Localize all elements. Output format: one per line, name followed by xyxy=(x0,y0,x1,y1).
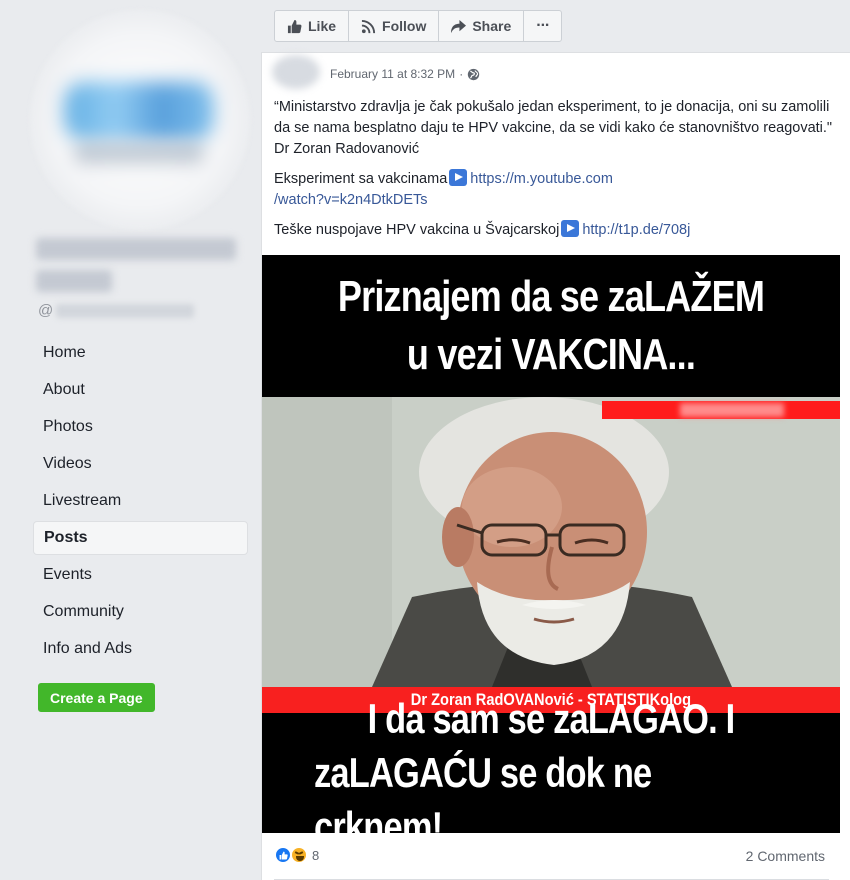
globe-icon[interactable] xyxy=(467,68,480,81)
post-image[interactable]: Priznajem da se zaLAŽEM u vezi VAKCINA..… xyxy=(262,255,840,833)
post-meta: February 11 at 8:32 PM · xyxy=(330,67,480,81)
share-arrow-icon xyxy=(451,19,467,33)
link1-url-part1[interactable]: https://m.youtube.com xyxy=(470,171,613,187)
sidebar-item-posts[interactable]: Posts xyxy=(33,521,248,555)
sidebar-item-about[interactable]: About xyxy=(33,373,248,407)
meme-photo xyxy=(262,397,840,687)
meme-bottom-caption: I da sam se zaLAGAO. I zaLAGAĆU se dok n… xyxy=(314,695,788,833)
follow-rss-icon xyxy=(361,19,376,33)
sidebar-item-home[interactable]: Home xyxy=(33,336,248,370)
page-name-redacted[interactable] xyxy=(36,238,236,260)
share-page-button[interactable]: Share xyxy=(439,11,525,41)
meme-top-caption: Priznajem da se zaLAŽEM u vezi VAKCINA..… xyxy=(314,255,788,397)
reaction-count: 8 xyxy=(312,847,320,863)
link2-prefix: Teške nuspojave HPV vakcina u Švajcarsko… xyxy=(274,222,560,238)
link1-prefix: Eksperiment sa vakcinama xyxy=(274,171,448,187)
blurred-logo xyxy=(64,82,214,140)
haha-reaction-icon xyxy=(290,846,308,864)
post-timestamp[interactable]: February 11 at 8:32 PM xyxy=(330,67,455,81)
meme-top-line-1: Priznajem da se zaLAŽEM xyxy=(337,272,765,321)
more-options-icon: ··· xyxy=(536,17,550,34)
like-thumb-icon xyxy=(287,19,302,33)
sidebar-item-events[interactable]: Events xyxy=(33,558,248,592)
like-label: Like xyxy=(308,18,337,34)
post-link-line-2: Teške nuspojave HPV vakcina u Švajcarsko… xyxy=(274,220,834,241)
page-sidebar: @ Home About Photos Videos Livestream Po… xyxy=(0,0,260,880)
person-portrait xyxy=(262,397,840,687)
create-page-button[interactable]: Create a Page xyxy=(38,683,155,712)
page-nav: Home About Photos Videos Livestream Post… xyxy=(33,336,248,669)
sidebar-item-livestream[interactable]: Livestream xyxy=(33,484,248,518)
blurred-logo-text xyxy=(74,142,204,164)
feed-post: February 11 at 8:32 PM · “Ministarstvo z… xyxy=(261,52,850,880)
comments-count-link[interactable]: 2 Comments xyxy=(746,848,825,864)
sidebar-item-info-and-ads[interactable]: Info and Ads xyxy=(33,632,248,666)
redacted-tv-banner xyxy=(602,401,840,419)
link2-url[interactable]: http://t1p.de/708j xyxy=(582,222,690,238)
profile-picture[interactable] xyxy=(30,10,250,230)
meme-bottom-line-2: zaLAGAĆU se dok ne crknem! xyxy=(314,749,652,833)
share-label: Share xyxy=(472,18,512,34)
youtube-play-icon xyxy=(449,169,468,186)
author-avatar[interactable] xyxy=(272,55,320,89)
more-options-button[interactable]: ··· xyxy=(524,11,561,41)
page-name-redacted-line2[interactable] xyxy=(36,270,112,292)
sidebar-item-photos[interactable]: Photos xyxy=(33,410,248,444)
post-link-line-1: Eksperiment sa vakcinama https://m.youtub… xyxy=(274,169,834,211)
reaction-summary[interactable]: 8 xyxy=(274,846,319,864)
meme-top-line-2: u vezi VAKCINA... xyxy=(406,330,696,379)
redacted-tv-logo xyxy=(680,403,784,417)
sidebar-item-community[interactable]: Community xyxy=(33,595,248,629)
follow-page-button[interactable]: Follow xyxy=(349,11,440,41)
page-action-bar: Like Follow Share ··· xyxy=(274,10,563,42)
like-page-button[interactable]: Like xyxy=(275,11,350,41)
follow-label: Follow xyxy=(382,18,427,34)
meme-bottom-line-1: I da sam se zaLAGAO. I xyxy=(367,695,736,742)
youtube-play-icon xyxy=(561,220,580,237)
page-handle-prefix: @ xyxy=(38,302,54,319)
post-quote: “Ministarstvo zdravlja je čak pokušalo j… xyxy=(274,99,833,157)
page-handle-redacted xyxy=(56,304,194,318)
meta-separator: · xyxy=(459,67,464,81)
link1-url-part2[interactable]: /watch?v=k2n4DtkDETs xyxy=(274,192,428,208)
sidebar-item-videos[interactable]: Videos xyxy=(33,447,248,481)
post-body: “Ministarstvo zdravlja je čak pokušalo j… xyxy=(274,97,834,250)
